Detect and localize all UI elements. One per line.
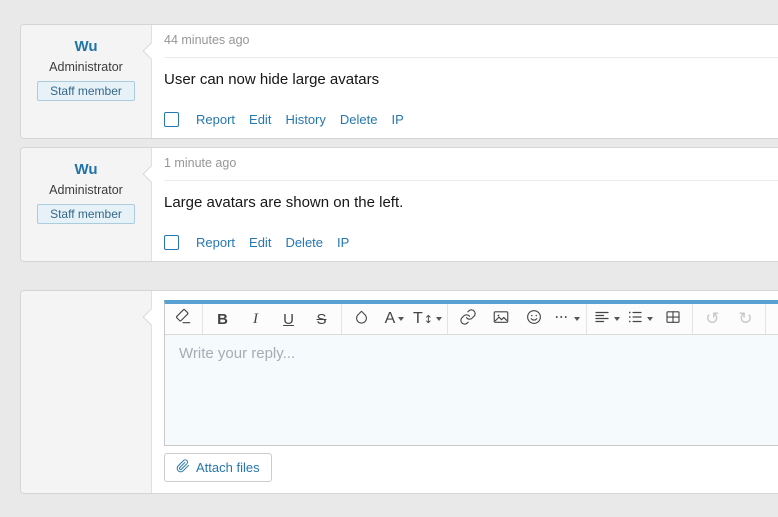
redo-icon: ↻ <box>738 309 752 329</box>
more-options-icon <box>553 308 571 330</box>
report-link[interactable]: Report <box>196 235 235 250</box>
toolbar-separator <box>765 304 766 335</box>
chevron-down-icon <box>647 317 653 321</box>
text-size-icon: T <box>413 310 423 328</box>
user-role: Administrator <box>21 60 151 74</box>
bold-label: B <box>217 311 228 328</box>
font-family-button[interactable]: A <box>378 304 411 335</box>
chevron-down-icon <box>614 317 620 321</box>
timestamp-link[interactable]: 1 minute ago <box>164 156 236 170</box>
eraser-icon <box>174 308 192 330</box>
droplet-icon <box>353 309 370 330</box>
post-2-header: 1 minute ago <box>164 148 778 181</box>
post-1-content: 44 minutes ago User can now hide large a… <box>152 25 778 138</box>
editor-content: B I U S A T↕ <box>152 291 778 493</box>
timestamp-link[interactable]: 44 minutes ago <box>164 33 249 47</box>
report-link[interactable]: Report <box>196 112 235 127</box>
alignment-button[interactable] <box>590 304 623 335</box>
attach-files-button[interactable]: Attach files <box>164 453 272 482</box>
post-1-actions: Report Edit History Delete IP <box>164 112 778 127</box>
select-post-checkbox[interactable] <box>164 235 179 250</box>
ip-link[interactable]: IP <box>337 235 349 250</box>
username-link[interactable]: Wu <box>74 38 97 55</box>
undo-button[interactable]: ↺ <box>696 304 729 335</box>
staff-member-badge: Staff member <box>37 81 135 101</box>
smiley-icon <box>525 308 543 330</box>
insert-image-button[interactable] <box>484 304 517 335</box>
user-role: Administrator <box>21 183 151 197</box>
toolbar-separator <box>692 304 693 335</box>
editor-toolbar: B I U S A T↕ <box>165 304 778 335</box>
edit-link[interactable]: Edit <box>249 112 271 127</box>
bold-button[interactable]: B <box>206 304 239 335</box>
post-2-content: 1 minute ago Large avatars are shown on … <box>152 148 778 261</box>
edit-link[interactable]: Edit <box>249 235 271 250</box>
text-color-button[interactable] <box>345 304 378 335</box>
underline-label: U <box>283 311 294 328</box>
post-2-message: Large avatars are shown on the left. <box>164 194 778 211</box>
toolbar-separator <box>202 304 203 335</box>
username-link[interactable]: Wu <box>74 161 97 178</box>
more-options-button[interactable] <box>550 304 583 335</box>
chevron-down-icon <box>574 317 580 321</box>
updown-arrows: ↕ <box>424 313 433 326</box>
italic-label: I <box>253 311 258 328</box>
image-icon <box>492 308 510 330</box>
post-2-actions: Report Edit Delete IP <box>164 235 778 250</box>
insert-link-button[interactable] <box>451 304 484 335</box>
insert-table-button[interactable] <box>656 304 689 335</box>
post-1: Wu Administrator Staff member 44 minutes… <box>20 24 778 139</box>
chevron-down-icon <box>436 317 442 321</box>
attach-files-label: Attach files <box>196 460 260 475</box>
staff-member-badge: Staff member <box>37 204 135 224</box>
strikethrough-button[interactable]: S <box>305 304 338 335</box>
redo-button[interactable]: ↻ <box>729 304 762 335</box>
history-link[interactable]: History <box>285 112 325 127</box>
delete-link[interactable]: Delete <box>340 112 378 127</box>
list-icon <box>626 308 644 330</box>
post-1-header: 44 minutes ago <box>164 25 778 58</box>
editor-user-cell <box>21 291 152 493</box>
toolbar-separator <box>447 304 448 335</box>
reply-input[interactable]: Write your reply... <box>165 335 778 445</box>
attach-row: Attach files <box>164 453 778 482</box>
rich-text-editor: B I U S A T↕ <box>164 300 778 446</box>
text-size-button[interactable]: T↕ <box>411 304 444 335</box>
delete-link[interactable]: Delete <box>285 235 323 250</box>
reply-editor-block: B I U S A T↕ <box>20 290 778 494</box>
strikethrough-label: S <box>316 311 326 328</box>
post-2: Wu Administrator Staff member 1 minute a… <box>20 147 778 262</box>
remove-format-button[interactable] <box>166 304 199 335</box>
save-draft-button[interactable] <box>769 304 778 335</box>
select-post-checkbox[interactable] <box>164 112 179 127</box>
align-icon <box>593 308 611 330</box>
post-2-user-cell: Wu Administrator Staff member <box>21 148 152 261</box>
ip-link[interactable]: IP <box>391 112 403 127</box>
thread-view: Wu Administrator Staff member 44 minutes… <box>20 24 778 494</box>
insert-smiley-button[interactable] <box>517 304 550 335</box>
italic-button[interactable]: I <box>239 304 272 335</box>
list-button[interactable] <box>623 304 656 335</box>
font-family-icon: A <box>385 310 396 328</box>
link-icon <box>459 308 477 330</box>
paperclip-icon <box>176 459 190 476</box>
undo-icon: ↺ <box>705 309 719 329</box>
toolbar-separator <box>341 304 342 335</box>
chevron-down-icon <box>398 317 404 321</box>
table-icon <box>664 308 682 330</box>
underline-button[interactable]: U <box>272 304 305 335</box>
toolbar-separator <box>586 304 587 335</box>
post-1-message: User can now hide large avatars <box>164 71 778 88</box>
post-1-user-cell: Wu Administrator Staff member <box>21 25 152 138</box>
